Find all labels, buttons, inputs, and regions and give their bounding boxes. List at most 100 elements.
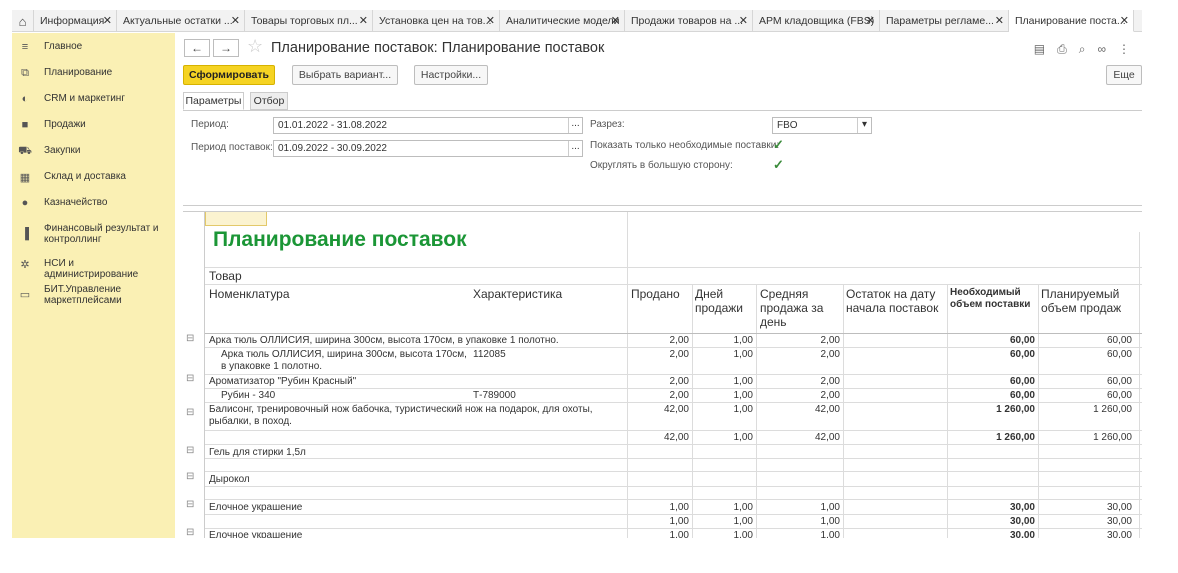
tab-bar: ⌂ Информация ✕ Актуальные остатки ... ✕ То…: [12, 10, 1142, 32]
report-title: Планирование поставок: [213, 228, 467, 251]
forward-button[interactable]: →: [213, 39, 239, 57]
close-icon[interactable]: ✕: [611, 14, 620, 27]
choose-variant-button[interactable]: Выбрать вариант...: [292, 65, 398, 85]
collapse-icon[interactable]: ⊟: [186, 333, 194, 344]
tab-prices[interactable]: Установка цен на тов... ✕: [373, 10, 500, 32]
supply-period-field[interactable]: 01.09.2022 - 30.09.2022...: [273, 140, 583, 157]
cell-sold: 1,00: [669, 502, 689, 513]
close-icon[interactable]: ✕: [359, 14, 368, 27]
more-button[interactable]: Еще: [1106, 65, 1142, 85]
close-icon[interactable]: ✕: [103, 14, 112, 27]
save-icon[interactable]: ▤: [1034, 42, 1045, 57]
collapse-icon[interactable]: ⊟: [186, 407, 194, 418]
close-icon[interactable]: ✕: [866, 14, 875, 27]
round-up-label: Округлять в большую сторону:: [590, 160, 733, 171]
link-icon[interactable]: ∞: [1097, 42, 1106, 57]
sidebar-item-purchases[interactable]: ⛟ Закупки: [12, 145, 86, 159]
period-label: Период:: [191, 119, 229, 130]
cell-days: 1,00: [733, 432, 753, 443]
period-field[interactable]: 01.01.2022 - 31.08.2022...: [273, 117, 583, 134]
only-needed-checkbox[interactable]: ✓: [773, 137, 784, 153]
close-icon[interactable]: ✕: [995, 14, 1004, 27]
cell-planned: 60,00: [1106, 376, 1132, 387]
cell-days: 1,00: [733, 404, 753, 415]
col-divider: [1139, 232, 1140, 538]
tab-marketplace-goods[interactable]: Товары торговых пл... ✕: [245, 10, 373, 32]
gear-icon: ✲: [20, 259, 30, 271]
collapse-icon[interactable]: ⊟: [186, 445, 194, 456]
home-icon[interactable]: ⌂: [12, 10, 34, 32]
col-characteristic: Характеристика: [473, 287, 563, 301]
cell-needed: 30,00: [1009, 530, 1035, 538]
chat-icon: ▭: [19, 289, 31, 301]
sidebar-item-main[interactable]: ≡ Главное: [12, 41, 88, 53]
cell-avg: 2,00: [820, 335, 840, 346]
sidebar-item-nsi[interactable]: ✲ НСИ и администрирование: [12, 258, 175, 280]
table-row-cont: рыбалки, в поход.: [209, 416, 292, 427]
cell-sold: 2,00: [669, 335, 689, 346]
row-divider: [205, 402, 1142, 403]
supply-period-value: 01.09.2022 - 30.09.2022: [278, 143, 387, 154]
tab-fbs[interactable]: АРМ кладовщика (FBS) ✕: [753, 10, 880, 32]
sidebar-item-bit-marketplaces[interactable]: ▭ БИТ.Управление маркетплейсами: [12, 284, 165, 306]
tab-sales[interactable]: Продажи товаров на ... ✕: [625, 10, 753, 32]
sidebar-item-label: Закупки: [44, 145, 81, 156]
planning-icon: ⧉: [21, 67, 29, 79]
star-icon[interactable]: ☆: [247, 36, 263, 57]
dropdown-icon[interactable]: ▾: [857, 118, 871, 133]
cell-planned: 1 260,00: [1093, 404, 1132, 415]
period-value: 01.01.2022 - 31.08.2022: [278, 120, 387, 131]
tab-stock[interactable]: Актуальные остатки ... ✕: [117, 10, 245, 32]
collapse-icon[interactable]: ⊟: [186, 499, 194, 510]
warehouse-icon: ▦: [19, 172, 31, 184]
cell-needed: 60,00: [1009, 390, 1035, 401]
params-panel: Период: 01.01.2022 - 31.08.2022... Перио…: [183, 110, 1142, 206]
tab-filter[interactable]: Отбор: [250, 92, 288, 110]
cell-planned: 30,00: [1106, 516, 1132, 527]
round-up-checkbox[interactable]: ✓: [773, 157, 784, 173]
coin-icon: ●: [21, 197, 29, 209]
col-planned: Планируемый объем продаж: [1041, 287, 1122, 315]
cell-char: 112085: [473, 349, 506, 360]
sidebar-item-crm[interactable]: ◐ CRM и маркетинг: [12, 93, 131, 105]
tab-analytic-models[interactable]: Аналитические модели ✕: [500, 10, 625, 32]
sidebar-item-label: Продажи: [44, 119, 86, 130]
table-row: Ароматизатор "Рубин Красный": [209, 376, 357, 387]
generate-button[interactable]: Сформировать: [183, 65, 275, 85]
row-divider: [205, 499, 1142, 500]
select-period-icon[interactable]: ...: [568, 118, 582, 133]
sidebar-item-label: БИТ.Управление маркетплейсами: [44, 284, 122, 306]
sidebar-item-finance[interactable]: ▐ Финансовый результат и контроллинг: [12, 223, 165, 245]
sidebar-item-treasury[interactable]: ● Казначейство: [12, 197, 113, 209]
collapse-icon[interactable]: ⊟: [186, 373, 194, 384]
row-divider: [205, 458, 1142, 459]
sidebar-item-warehouse[interactable]: ▦ Склад и доставка: [12, 171, 132, 184]
close-icon[interactable]: ✕: [739, 14, 748, 27]
more-icon[interactable]: ⋮: [1118, 42, 1130, 57]
select-supply-period-icon[interactable]: ...: [568, 141, 582, 156]
section-select[interactable]: FBO ▾: [772, 117, 872, 134]
sidebar-item-sales[interactable]: ■ Продажи: [12, 119, 92, 131]
cell-needed: 30,00: [1009, 516, 1035, 527]
back-button[interactable]: ←: [184, 39, 210, 57]
row-divider: [205, 486, 1142, 487]
cell-sold: 1,00: [669, 530, 689, 538]
preview-icon[interactable]: ⌕: [1079, 42, 1086, 57]
tab-regl-params[interactable]: Параметры регламе... ✕: [880, 10, 1009, 32]
header-divider: [205, 333, 1142, 334]
close-icon[interactable]: ✕: [1120, 14, 1129, 27]
sidebar-item-planning[interactable]: ⧉ Планирование: [12, 67, 118, 80]
collapse-icon[interactable]: ⊟: [186, 471, 194, 482]
print-icon[interactable]: ⎙: [1057, 42, 1067, 57]
row-divider: [205, 528, 1142, 529]
collapse-icon[interactable]: ⊟: [186, 527, 194, 538]
sidebar-item-label: Главное: [44, 41, 83, 52]
tab-params[interactable]: Параметры: [183, 92, 244, 110]
cell-needed: 1 260,00: [996, 404, 1035, 415]
settings-button[interactable]: Настройки...: [414, 65, 488, 85]
close-icon[interactable]: ✕: [486, 14, 495, 27]
cell-days: 1,00: [733, 376, 753, 387]
tab-info[interactable]: Информация ✕: [34, 10, 117, 32]
close-icon[interactable]: ✕: [231, 14, 240, 27]
tab-supply-planning[interactable]: Планирование поста... ✕: [1009, 10, 1134, 32]
